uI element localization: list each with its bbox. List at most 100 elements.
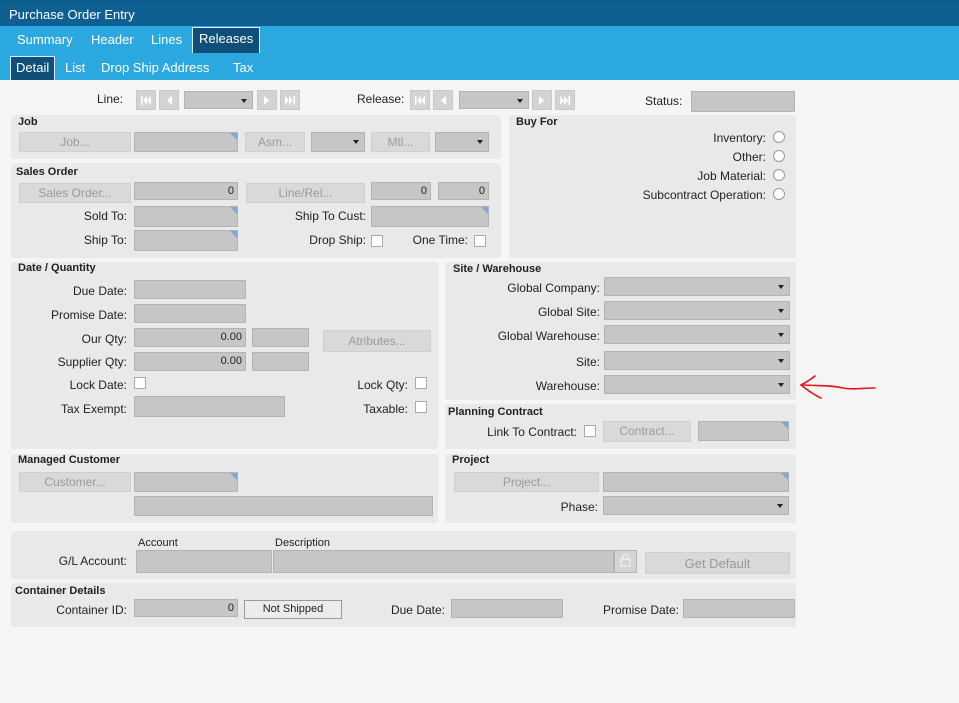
ship-to-cust-label: Ship To Cust: (294, 209, 366, 223)
buy-for-title: Buy For (516, 116, 558, 128)
dropdown-arrow-icon (778, 285, 784, 289)
mtl-combo[interactable] (435, 132, 489, 152)
promise-date-label: Promise Date: (50, 308, 127, 322)
tax-exempt-label: Tax Exempt: (60, 402, 127, 416)
last-release-button[interactable] (555, 90, 575, 110)
contract-field[interactable] (698, 421, 789, 441)
tab-header[interactable]: Header (87, 31, 138, 49)
drop-ship-label: Drop Ship: (309, 233, 366, 247)
first-line-button[interactable] (136, 90, 156, 110)
gl-account-field[interactable] (136, 550, 272, 573)
lock-date-checkbox[interactable] (134, 377, 146, 389)
lock-qty-checkbox[interactable] (415, 377, 427, 389)
container-promise-date-field[interactable] (683, 599, 795, 618)
ship-to-cust-field[interactable] (371, 206, 489, 227)
customer-field[interactable] (134, 472, 238, 492)
next-line-button[interactable] (257, 90, 277, 110)
global-site-label: Global Site: (537, 305, 600, 319)
next-release-button[interactable] (532, 90, 552, 110)
tax-exempt-field[interactable] (134, 396, 285, 417)
gl-search-button[interactable] (614, 550, 637, 573)
so-line-field[interactable]: 0 (371, 182, 431, 200)
release-combo[interactable] (459, 91, 529, 109)
supplier-qty-field[interactable]: 0.00 (134, 352, 246, 371)
phase-combo[interactable] (603, 496, 789, 515)
tab-lines[interactable]: Lines (147, 31, 186, 49)
site-combo[interactable] (604, 351, 790, 370)
tab-releases[interactable]: Releases (192, 27, 261, 53)
dropdown-arrow-icon (778, 359, 784, 363)
so-release-field[interactable]: 0 (438, 182, 489, 200)
our-qty-uom-field[interactable] (252, 328, 309, 347)
dropdown-arrow-icon (778, 383, 784, 387)
container-due-date-field[interactable] (451, 599, 563, 618)
link-to-contract-checkbox[interactable] (584, 425, 596, 437)
not-shipped-button[interactable]: Not Shipped (244, 600, 342, 619)
global-site-combo[interactable] (604, 301, 790, 320)
status-field (691, 91, 795, 112)
sold-to-field[interactable] (134, 206, 238, 227)
contract-button[interactable]: Contract... (603, 421, 691, 442)
line-rel-button[interactable]: Line/Rel... (246, 183, 365, 203)
lookup-corner-icon (481, 207, 488, 214)
inventory-label: Inventory: (713, 131, 766, 145)
attributes-button[interactable]: Atributes... (323, 330, 431, 352)
supplier-qty-uom-field[interactable] (252, 352, 309, 371)
description-header: Description (275, 537, 331, 549)
job-field[interactable] (134, 132, 238, 152)
container-id-field[interactable]: 0 (134, 599, 238, 617)
sales-order-button[interactable]: Sales Order... (19, 183, 131, 203)
sub-tab-bar: Detail List Drop Ship Address Tax (0, 53, 959, 80)
gl-description-field (273, 550, 614, 573)
project-button[interactable]: Project... (454, 472, 599, 492)
one-time-checkbox[interactable] (474, 235, 486, 247)
mtl-button[interactable]: Mtl... (371, 132, 430, 152)
global-warehouse-combo[interactable] (604, 325, 790, 344)
tab-drop-ship-address[interactable]: Drop Ship Address (97, 59, 213, 77)
job-button[interactable]: Job... (19, 132, 131, 152)
last-line-button[interactable] (280, 90, 300, 110)
release-label: Release: (357, 92, 405, 106)
asm-combo[interactable] (311, 132, 365, 152)
window-title: Purchase Order Entry (0, 5, 959, 26)
promise-date-field[interactable] (134, 304, 246, 323)
site-warehouse-title: Site / Warehouse (453, 263, 542, 275)
sales-order-title: Sales Order (16, 166, 78, 178)
next-record-icon (539, 96, 544, 105)
our-qty-field[interactable]: 0.00 (134, 328, 246, 347)
lock-qty-label: Lock Qty: (357, 378, 408, 392)
taxable-checkbox[interactable] (415, 401, 427, 413)
dropdown-arrow-icon (778, 333, 784, 337)
job-material-radio[interactable] (773, 169, 785, 181)
ship-to-field[interactable] (134, 230, 238, 251)
tab-list[interactable]: List (61, 59, 89, 77)
warehouse-combo[interactable] (604, 375, 790, 394)
due-date-field[interactable] (134, 280, 246, 299)
tab-tax[interactable]: Tax (229, 59, 257, 77)
subcontract-operation-radio[interactable] (773, 188, 785, 200)
job-material-label: Job Material: (697, 169, 766, 183)
prev-release-button[interactable] (433, 90, 453, 110)
tab-summary[interactable]: Summary (13, 31, 77, 49)
drop-ship-checkbox[interactable] (371, 235, 383, 247)
first-release-button[interactable] (410, 90, 430, 110)
get-default-button[interactable]: Get Default (645, 552, 790, 574)
project-title: Project (452, 454, 490, 466)
phase-label: Phase: (560, 500, 598, 514)
asm-button[interactable]: Asm... (245, 132, 305, 152)
sales-order-field[interactable]: 0 (134, 182, 238, 200)
tab-detail[interactable]: Detail (10, 56, 56, 80)
line-combo[interactable] (184, 91, 253, 109)
job-title: Job (18, 116, 38, 128)
project-field[interactable] (603, 472, 789, 492)
due-date-label: Due Date: (72, 284, 127, 298)
dropdown-arrow-icon (353, 140, 359, 144)
global-warehouse-label: Global Warehouse: (497, 329, 600, 343)
inventory-radio[interactable] (773, 131, 785, 143)
global-company-combo[interactable] (604, 277, 790, 296)
customer-button[interactable]: Customer... (19, 472, 131, 492)
other-radio[interactable] (773, 150, 785, 162)
supplier-qty-label: Supplier Qty: (57, 355, 127, 369)
lookup-corner-icon (781, 422, 788, 429)
prev-line-button[interactable] (159, 90, 179, 110)
